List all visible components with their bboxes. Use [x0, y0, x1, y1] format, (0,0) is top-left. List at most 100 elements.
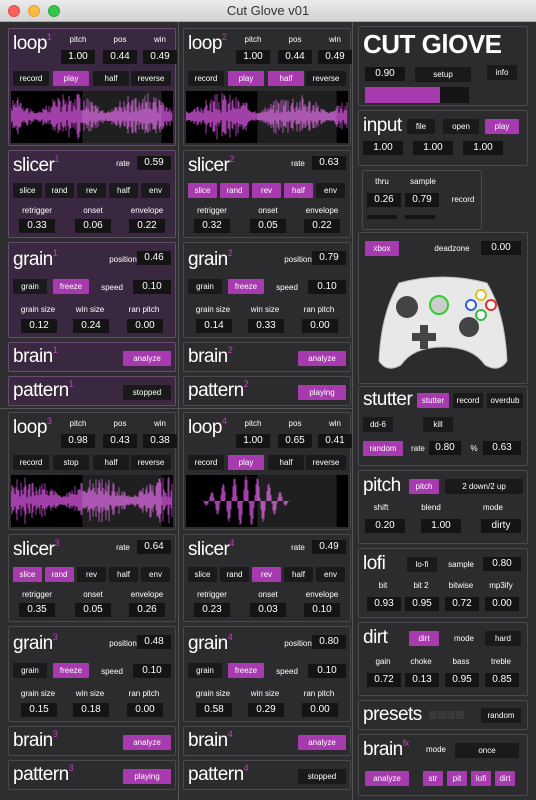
ran_pitch-value[interactable]: 0.00	[302, 703, 338, 717]
half-button[interactable]: half	[268, 455, 304, 470]
waveform-display[interactable]	[10, 91, 173, 143]
freeze-button[interactable]: freeze	[228, 279, 264, 294]
onset-value[interactable]: 0.05	[75, 603, 111, 617]
analyze-button[interactable]: analyze	[298, 735, 346, 750]
half-button[interactable]: half	[284, 567, 313, 582]
analyze-button[interactable]: analyze	[123, 735, 171, 750]
grain_size-value[interactable]: 0.12	[21, 319, 57, 333]
win-value[interactable]: 0.49	[318, 50, 352, 64]
pitch-value[interactable]: 1.00	[236, 434, 270, 448]
envelope-value[interactable]: 0.22	[129, 219, 165, 233]
freeze-button[interactable]: freeze	[228, 663, 264, 678]
lofi-sample-value[interactable]: 0.80	[483, 557, 521, 571]
thru-value[interactable]: 0.26	[367, 193, 401, 207]
stutter-button[interactable]: stutter	[417, 393, 449, 408]
env-button[interactable]: env	[316, 183, 345, 198]
win_size-value[interactable]: 0.24	[73, 319, 109, 333]
stutter-record-button[interactable]: record	[453, 393, 483, 408]
env-button[interactable]: env	[141, 183, 170, 198]
sample-bar[interactable]	[405, 215, 435, 219]
speed-value[interactable]: 0.10	[308, 664, 346, 678]
ran_pitch-value[interactable]: 0.00	[302, 319, 338, 333]
preset-slot[interactable]	[438, 711, 446, 719]
grain_size-value[interactable]: 0.14	[196, 319, 232, 333]
sample-value[interactable]: 0.79	[405, 193, 439, 207]
half-button[interactable]: half	[268, 71, 304, 86]
bass-value[interactable]: 0.95	[445, 673, 479, 687]
slice-button[interactable]: slice	[13, 183, 42, 198]
rate-value[interactable]: 0.59	[137, 156, 171, 170]
blend-value[interactable]: 1.00	[421, 519, 461, 533]
win-value[interactable]: 0.38	[143, 434, 177, 448]
treble-value[interactable]: 0.85	[485, 673, 519, 687]
record-button[interactable]: record	[13, 455, 49, 470]
input-play-button[interactable]: play	[485, 119, 519, 134]
brain-fx-analyze-button[interactable]: analyze	[365, 771, 409, 786]
onset-value[interactable]: 0.06	[75, 219, 111, 233]
half-button[interactable]: half	[93, 455, 129, 470]
master-value[interactable]: 0.90	[365, 67, 405, 81]
win-value[interactable]: 0.41	[318, 434, 352, 448]
open-button[interactable]: open	[443, 119, 479, 134]
dirt-toggle[interactable]: dirt	[495, 771, 515, 786]
onset-value[interactable]: 0.03	[250, 603, 286, 617]
ran_pitch-value[interactable]: 0.00	[127, 319, 163, 333]
pattern-status-button[interactable]: playing	[298, 385, 346, 400]
pitch-mode-dropdown[interactable]: 2 down/2 up	[445, 479, 523, 494]
envelope-value[interactable]: 0.10	[304, 603, 340, 617]
position-value[interactable]: 0.79	[312, 251, 346, 265]
record-button[interactable]: record	[188, 71, 224, 86]
rate-value[interactable]: 0.64	[137, 540, 171, 554]
presets-random-button[interactable]: random	[481, 708, 521, 723]
retrigger-value[interactable]: 0.23	[194, 603, 230, 617]
shift-value[interactable]: 0.20	[365, 519, 405, 533]
deadzone-value[interactable]: 0.00	[481, 241, 521, 255]
kill-button[interactable]: kill	[423, 417, 453, 432]
mp3-value[interactable]: 0.00	[485, 597, 519, 611]
mode-value[interactable]: dirty	[481, 519, 521, 533]
grain-button[interactable]: grain	[13, 279, 47, 294]
pitch-value[interactable]: 0.98	[61, 434, 95, 448]
play-button[interactable]: play	[228, 71, 264, 86]
envelope-value[interactable]: 0.22	[304, 219, 340, 233]
info-button[interactable]: info	[487, 65, 517, 80]
position-value[interactable]: 0.80	[312, 635, 346, 649]
xbox-button[interactable]: xbox	[365, 241, 399, 256]
play-button[interactable]: play	[228, 455, 264, 470]
win_size-value[interactable]: 0.18	[73, 703, 109, 717]
thru-bar[interactable]	[367, 215, 397, 219]
slice-button[interactable]: slice	[188, 183, 217, 198]
pct-value[interactable]: 0.63	[483, 441, 521, 455]
brain-fx-mode-button[interactable]: once	[455, 743, 519, 758]
grain_size-value[interactable]: 0.15	[21, 703, 57, 717]
setup-button[interactable]: setup	[415, 67, 471, 82]
play-button[interactable]: play	[53, 71, 89, 86]
rate-value[interactable]: 0.49	[312, 540, 346, 554]
reverse-button[interactable]: reverse	[131, 455, 171, 470]
lofi-toggle[interactable]: lofi	[471, 771, 491, 786]
random-button[interactable]: random	[363, 441, 403, 456]
preset-slot[interactable]	[429, 711, 437, 719]
stop-button[interactable]: stop	[53, 455, 89, 470]
rand-button[interactable]: rand	[220, 183, 249, 198]
file-button[interactable]: file	[407, 119, 435, 134]
close-button[interactable]	[8, 5, 20, 17]
half-button[interactable]: half	[284, 183, 313, 198]
rev-button[interactable]: rev	[77, 567, 106, 582]
ran_pitch-value[interactable]: 0.00	[127, 703, 163, 717]
speed-value[interactable]: 0.10	[308, 280, 346, 294]
waveform-display[interactable]	[185, 91, 348, 143]
preset-slots[interactable]	[429, 711, 464, 719]
win_size-value[interactable]: 0.29	[248, 703, 284, 717]
overdub-button[interactable]: overdub	[487, 393, 523, 408]
master-level-bar[interactable]	[365, 87, 469, 103]
str-toggle[interactable]: str	[423, 771, 443, 786]
reverse-button[interactable]: reverse	[131, 71, 171, 86]
rev-button[interactable]: rev	[252, 183, 281, 198]
freeze-button[interactable]: freeze	[53, 279, 89, 294]
preset-slot[interactable]	[447, 711, 455, 719]
waveform-display[interactable]	[10, 475, 173, 527]
retrigger-value[interactable]: 0.35	[19, 603, 55, 617]
pattern-status-button[interactable]: stopped	[298, 769, 346, 784]
slice-button[interactable]: slice	[188, 567, 217, 582]
